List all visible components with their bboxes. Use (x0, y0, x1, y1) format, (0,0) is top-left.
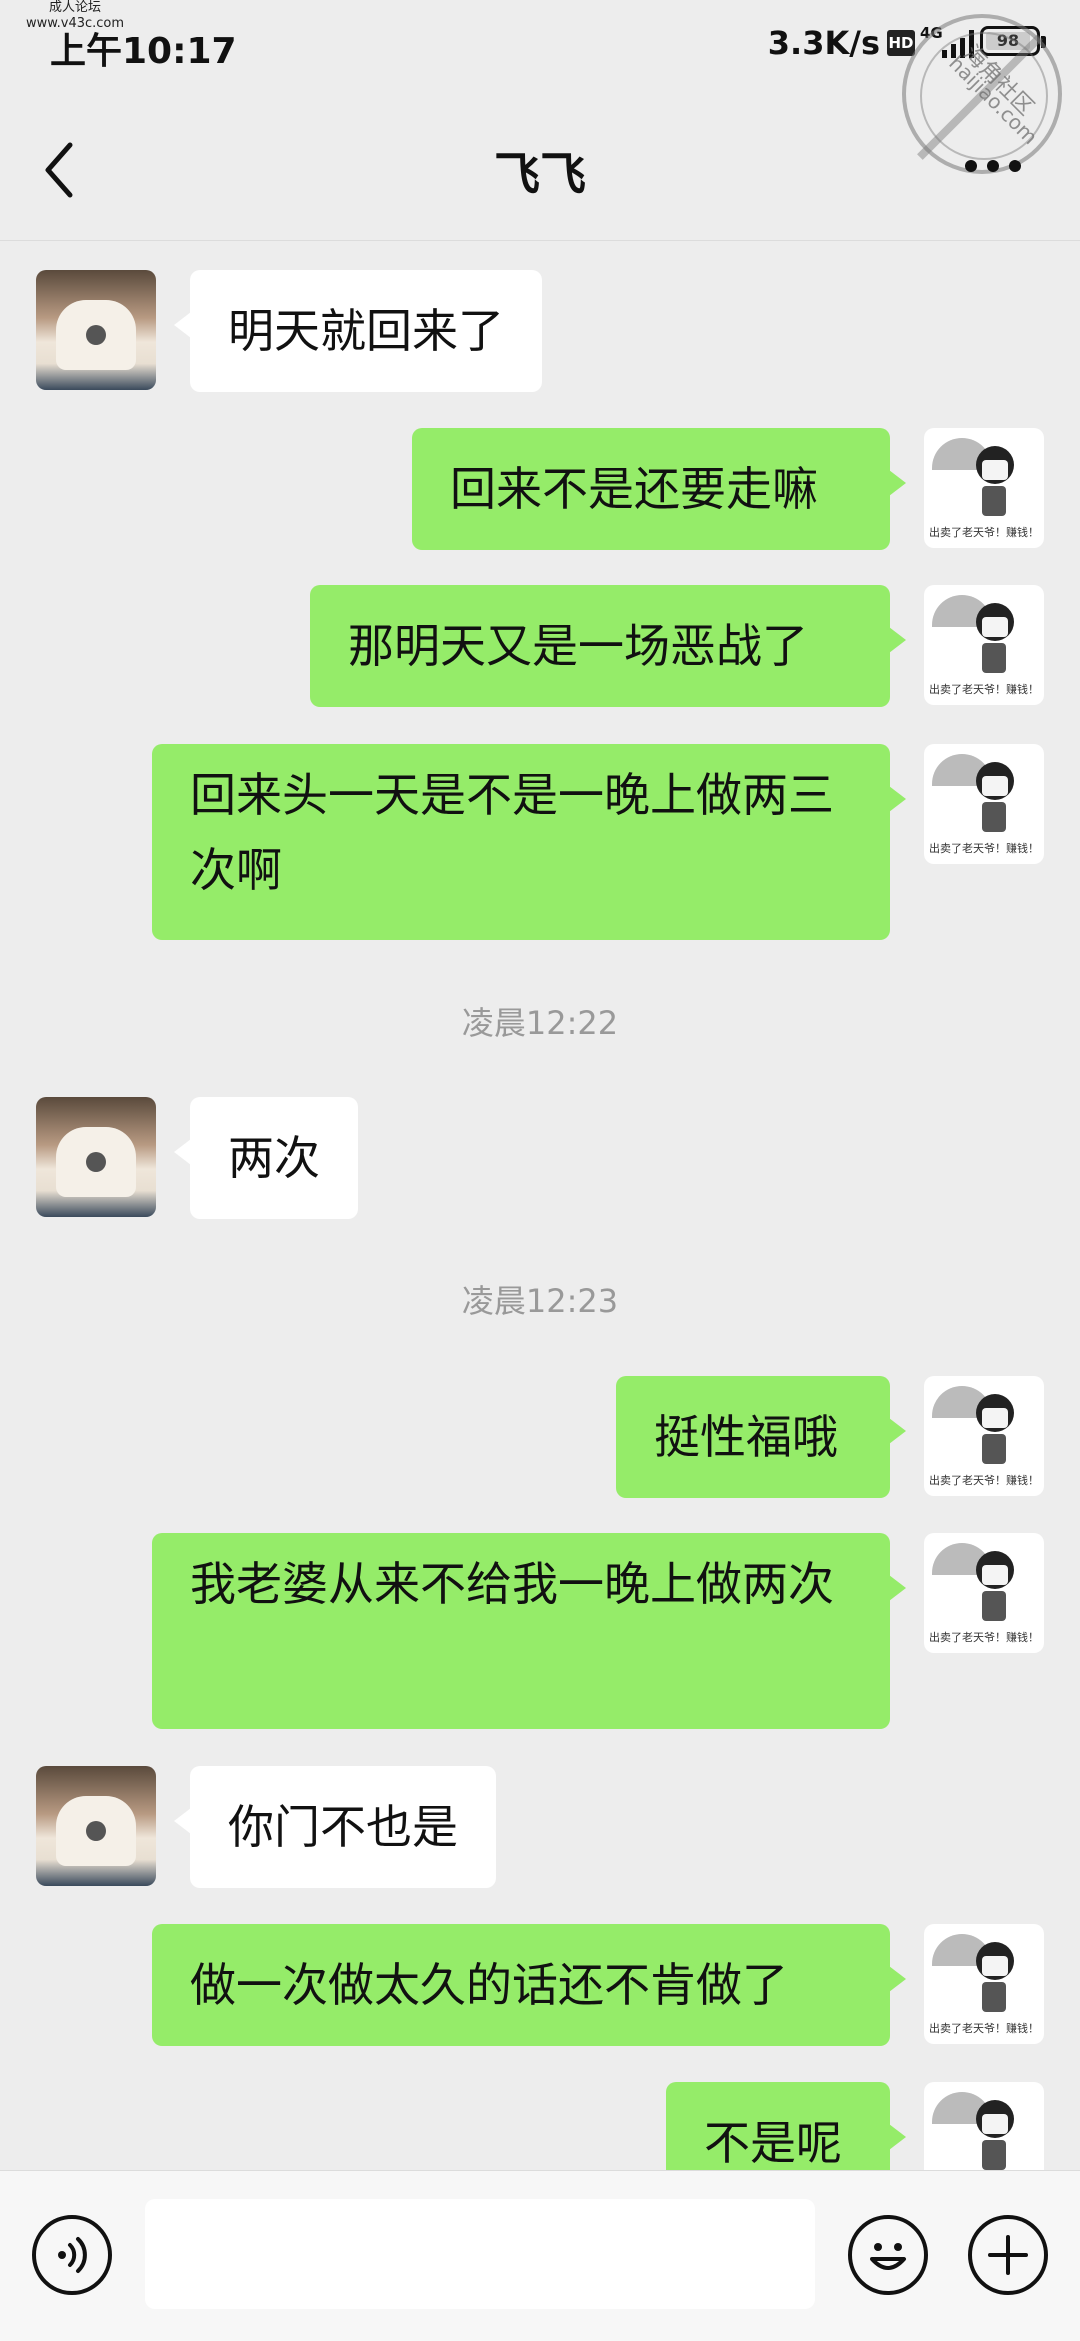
message-bubble-out[interactable]: 挺性福哦 (616, 1376, 906, 1498)
message-bubble-out[interactable]: 我老婆从来不给我一晚上做两次 (152, 1533, 906, 1729)
my-avatar[interactable]: 出卖了老天爷！赚钱！ (924, 1376, 1044, 1496)
my-avatar[interactable]: 出卖了老天爷！赚钱！ (924, 428, 1044, 548)
emoji-icon[interactable] (848, 2215, 928, 2295)
my-avatar[interactable]: 出卖了老天爷！赚钱！ (924, 744, 1044, 864)
more-dots-icon[interactable] (965, 160, 1025, 174)
timestamp-separator: 凌晨12:22 (461, 1004, 619, 1042)
status-net-speed: 3.3K/s (767, 24, 880, 62)
contact-avatar[interactable] (36, 1097, 156, 1217)
message-bubble-out[interactable]: 做一次做太久的话还不肯做了 (152, 1924, 906, 2046)
message-input[interactable] (145, 2199, 815, 2309)
message-bubble-in[interactable]: 你门不也是 (174, 1766, 496, 1888)
watermark-line: 成人论坛 (48, 0, 101, 15)
message-bubble-in[interactable]: 明天就回来了 (174, 270, 542, 392)
contact-avatar[interactable] (36, 1766, 156, 1886)
chat-title: 飞飞 (494, 147, 586, 201)
message-bubble-in[interactable]: 两次 (174, 1097, 358, 1219)
hd-badge: HD (887, 30, 915, 56)
watermark-line: www.v43c.com (25, 16, 125, 31)
message-bubble-out[interactable]: 那明天又是一场恶战了 (310, 585, 906, 707)
voice-icon[interactable] (32, 2215, 112, 2295)
timestamp-separator: 凌晨12:23 (461, 1282, 619, 1320)
message-bubble-out[interactable]: 回来不是还要走嘛 (412, 428, 906, 550)
my-avatar[interactable]: 出卖了老天爷！赚钱！ (924, 1924, 1044, 2044)
my-avatar[interactable]: 出卖了老天爷！赚钱！ (924, 585, 1044, 705)
contact-avatar[interactable] (36, 270, 156, 390)
my-avatar[interactable]: 出卖了老天爷！赚钱！ (924, 1533, 1044, 1653)
message-bubble-out[interactable]: 回来头一天是不是一晚上做两三次啊 (152, 744, 906, 940)
chat-header: 飞飞 (0, 90, 1080, 241)
input-bar (0, 2170, 1080, 2341)
watermark-text: 成人论坛 www.v43c.com (0, 0, 150, 32)
plus-icon[interactable] (968, 2215, 1048, 2295)
